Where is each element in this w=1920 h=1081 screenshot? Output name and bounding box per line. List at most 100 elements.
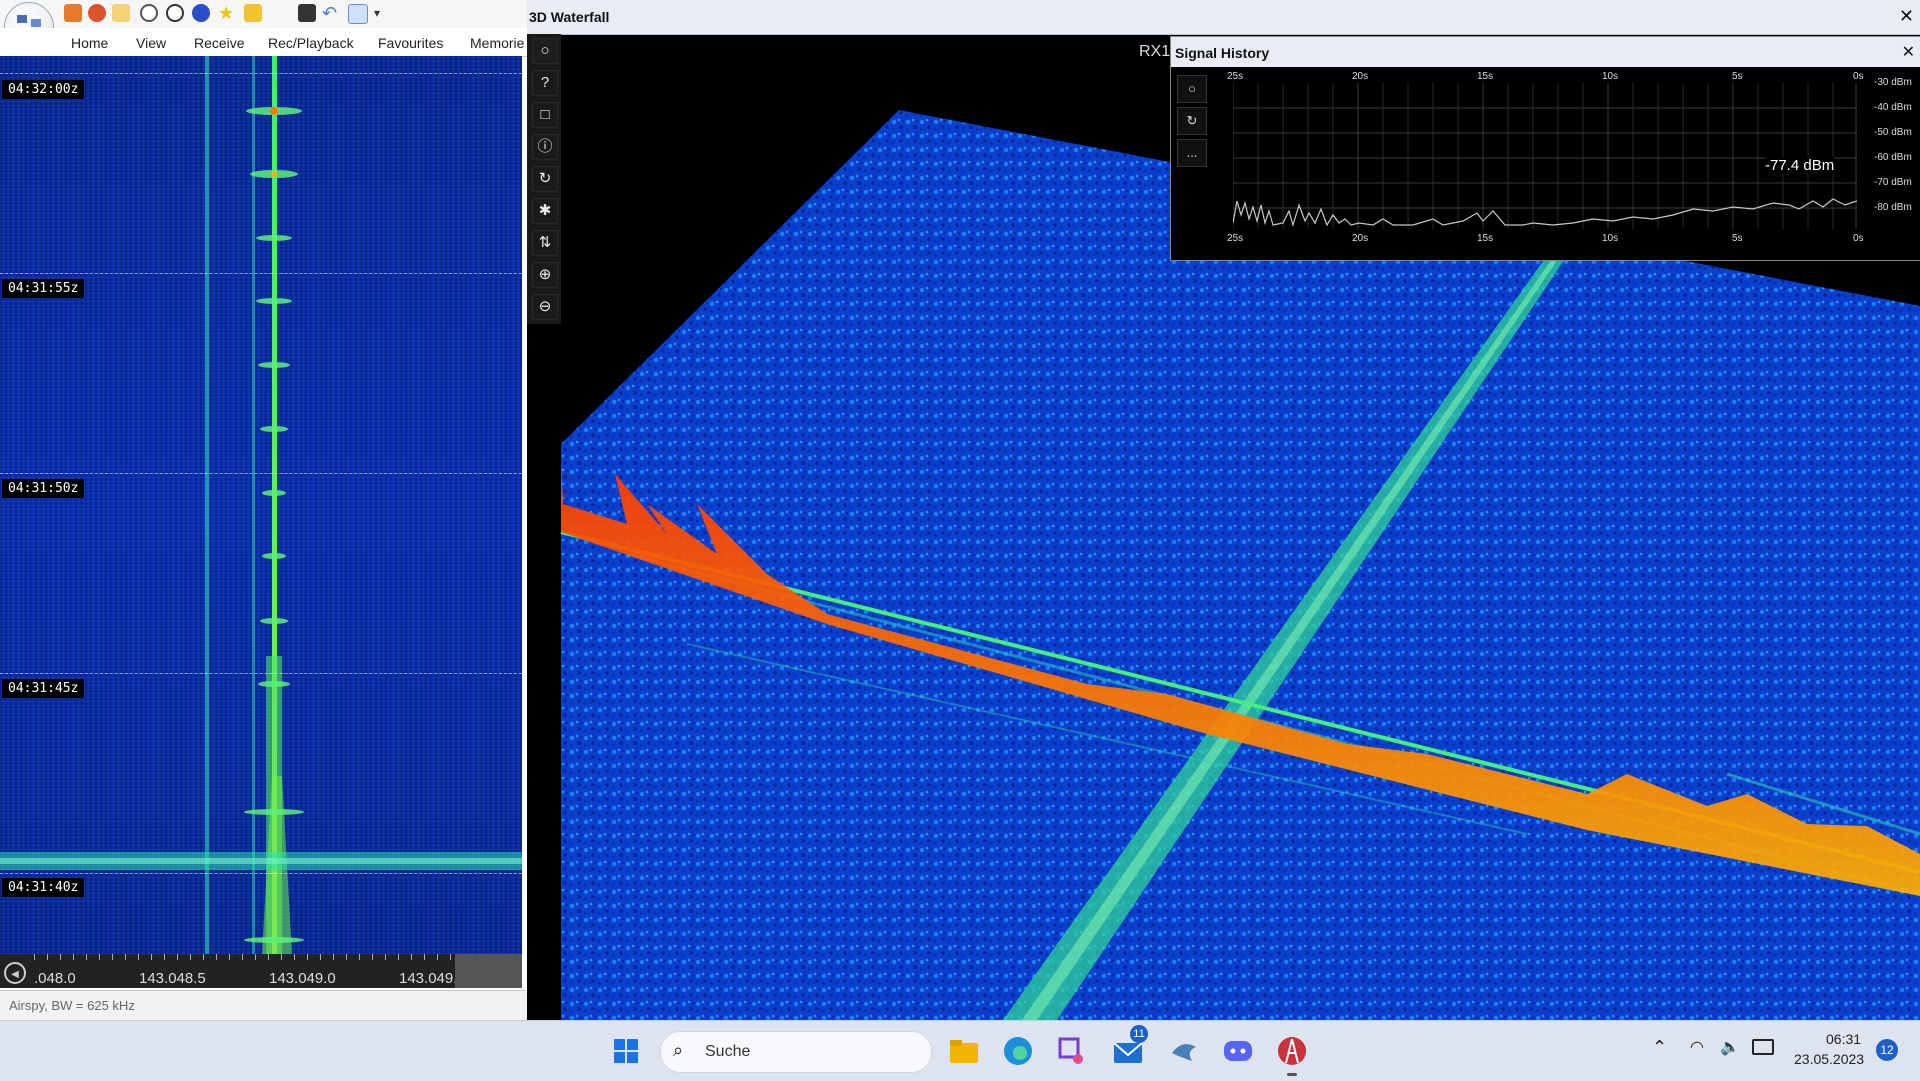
wifi-icon[interactable]: ◠ <box>1690 1037 1704 1057</box>
x-tick-label: 10s <box>1602 233 1619 244</box>
info-icon[interactable]: ⓘ <box>532 134 558 160</box>
bird-app-icon[interactable] <box>1164 1031 1204 1071</box>
signal-history-titlebar: Signal History ✕ <box>1171 37 1920 67</box>
time-gridline <box>0 73 522 74</box>
tab-memories[interactable]: Memorie <box>470 35 524 51</box>
undo-icon[interactable]: ↶ <box>322 4 340 22</box>
x-tick-label: 0s <box>1853 233 1864 244</box>
signal-history-plot[interactable]: ○ ↻ ... -77.4 dBm 25s 20s 15s 10s 5s 0s … <box>1171 67 1920 260</box>
signal-history-graph <box>1233 83 1857 229</box>
lock-icon[interactable] <box>244 4 262 22</box>
home-icon[interactable] <box>64 4 82 22</box>
rotate-icon[interactable]: ↻ <box>532 166 558 192</box>
tab-rec-playback[interactable]: Rec/Playback <box>268 35 354 51</box>
camera-icon[interactable] <box>298 4 316 22</box>
tab-home[interactable]: Home <box>71 35 108 51</box>
y-tick-label: -50 dBm <box>1874 127 1912 138</box>
frequency-ticks <box>34 954 522 960</box>
frequency-scale[interactable]: ◀ .048.0 143.048.5 143.049.0 143.049.5 <box>0 954 522 988</box>
clock-time[interactable]: 06:31 <box>1826 1031 1861 1047</box>
search-placeholder: Suche <box>705 1043 751 1060</box>
time-gridline <box>0 873 522 874</box>
x-tick-label: 10s <box>1602 71 1619 82</box>
y-tick-label: -70 dBm <box>1874 177 1912 188</box>
windows-taskbar: ⌕ Suche 11 ⌃ ◠ 🔈 06:31 23.05.2023 12 <box>0 1020 1920 1081</box>
window-title: 3D Waterfall <box>529 9 610 25</box>
time-gridline <box>0 473 522 474</box>
tab-receive[interactable]: Receive <box>194 35 245 51</box>
scale-toggle-icon[interactable]: ◀ <box>4 962 26 984</box>
taskbar-search-box[interactable]: ⌕ Suche <box>660 1031 932 1073</box>
y-tick-label: -40 dBm <box>1874 102 1912 113</box>
x-tick-label: 5s <box>1732 71 1743 82</box>
more-options-button[interactable]: ... <box>1177 139 1207 167</box>
asterisk-icon[interactable]: ✱ <box>532 198 558 224</box>
sdr-app-icon[interactable] <box>1272 1031 1312 1076</box>
time-label: 04:31:40z <box>2 878 85 897</box>
time-gridline <box>0 273 522 274</box>
graph-icon[interactable] <box>348 4 368 24</box>
record-icon[interactable] <box>192 4 210 22</box>
quick-access-toolbar: ★ ↶ ▾ <box>0 0 527 28</box>
volume-icon[interactable]: 🔈 <box>1720 1037 1740 1057</box>
current-signal-value: -77.4 dBm <box>1765 157 1835 174</box>
y-tick-label: -80 dBm <box>1874 202 1912 213</box>
waterfall-signal-traces <box>0 56 522 954</box>
help-icon[interactable]: ? <box>532 70 558 96</box>
battery-icon[interactable] <box>1752 1039 1774 1055</box>
frequency-label: 143.049.0 <box>269 970 336 987</box>
dropdown-arrow-icon[interactable]: ▾ <box>374 4 392 22</box>
time-label: 04:31:50z <box>2 479 85 498</box>
panel-title: Signal History <box>1175 45 1270 61</box>
close-icon[interactable]: ✕ <box>1899 6 1914 27</box>
y-tick-label: -60 dBm <box>1874 152 1912 163</box>
mail-icon[interactable]: 11 <box>1108 1025 1148 1071</box>
reset-button[interactable]: ↻ <box>1177 107 1207 135</box>
favourite-star-icon[interactable]: ★ <box>218 4 236 22</box>
snipping-tool-icon[interactable] <box>1052 1031 1092 1071</box>
x-tick-label: 25s <box>1227 233 1244 244</box>
zoom-out-icon[interactable]: ⊖ <box>532 294 558 320</box>
x-tick-label: 0s <box>1853 71 1864 82</box>
square-icon[interactable]: □ <box>532 102 558 128</box>
notification-badge[interactable]: 12 <box>1876 1039 1898 1061</box>
close-icon[interactable]: ✕ <box>1902 42 1915 62</box>
time-label: 04:32:00z <box>2 80 85 99</box>
tab-view[interactable]: View <box>136 35 166 51</box>
x-tick-label: 15s <box>1477 233 1494 244</box>
signal-trace <box>1233 198 1857 228</box>
edge-browser-icon[interactable] <box>998 1031 1038 1071</box>
time-label: 04:31:45z <box>2 679 85 698</box>
circle-icon[interactable]: ○ <box>532 38 558 64</box>
waterfall-2d-display[interactable]: 04:32:00z 04:31:55z 04:31:50z 04:31:45z … <box>0 56 522 954</box>
ribbon-tab-bar: Home View Receive Rec/Playback Favourite… <box>0 28 527 57</box>
time-gridline <box>0 673 522 674</box>
stop-icon[interactable] <box>166 4 184 22</box>
discord-icon[interactable] <box>1218 1031 1258 1071</box>
sdr-main-window: ★ ↶ ▾ Home View Receive Rec/Playback Fav… <box>0 0 527 1021</box>
chevron-up-icon[interactable]: ⌃ <box>1652 1037 1667 1058</box>
clock-date[interactable]: 23.05.2023 <box>1794 1051 1864 1067</box>
time-label: 04:31:55z <box>2 279 85 298</box>
settings-icon[interactable] <box>88 4 106 22</box>
zoom-in-icon[interactable]: ⊕ <box>532 262 558 288</box>
frequency-label: 143.048.5 <box>139 970 206 987</box>
frequency-label: .048.0 <box>34 970 76 987</box>
search-icon: ⌕ <box>673 1040 684 1060</box>
rx-label: RX1 <box>1139 43 1170 60</box>
play-icon[interactable] <box>140 4 158 22</box>
status-bar: Airspy, BW = 625 kHz <box>0 990 527 1021</box>
swap-vertical-icon[interactable]: ⇅ <box>532 230 558 256</box>
windows-start-icon[interactable] <box>606 1031 646 1071</box>
x-tick-label: 25s <box>1227 71 1244 82</box>
signal-history-panel: Signal History ✕ ○ ↻ ... -77.4 dBm 25s 2… <box>1170 36 1920 261</box>
file-explorer-icon[interactable] <box>944 1031 984 1071</box>
x-tick-label: 20s <box>1352 233 1369 244</box>
record-button[interactable]: ○ <box>1177 75 1207 103</box>
scale-scrollbar[interactable] <box>455 954 522 988</box>
tab-favourites[interactable]: Favourites <box>378 35 443 51</box>
x-tick-label: 15s <box>1477 71 1494 82</box>
waterfall-3d-titlebar: 3D Waterfall ✕ <box>527 0 1920 35</box>
active-app-indicator <box>1287 1073 1297 1076</box>
open-folder-icon[interactable] <box>112 4 130 22</box>
